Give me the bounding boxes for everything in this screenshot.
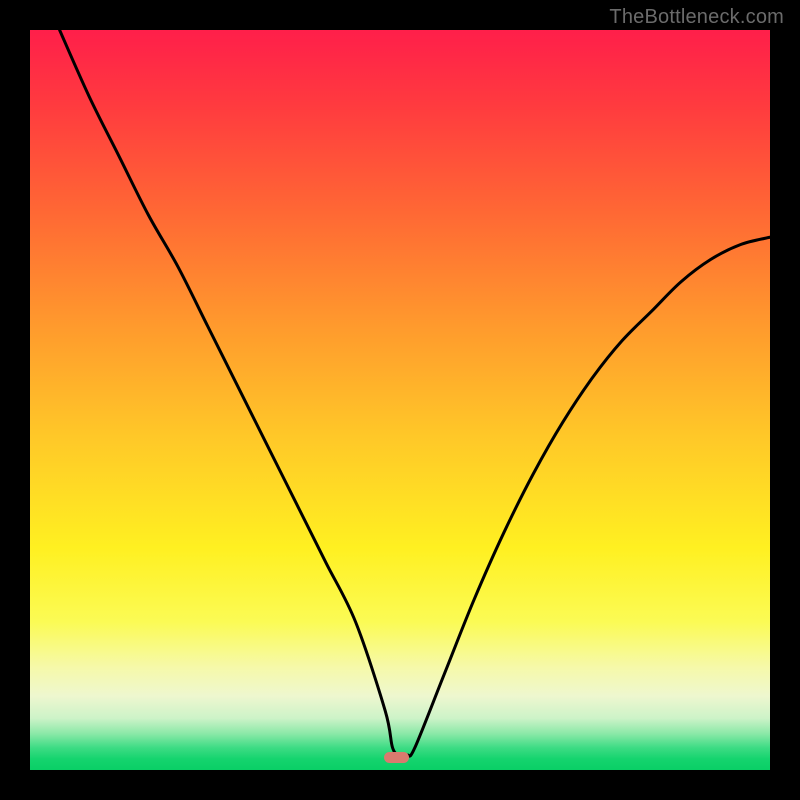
chart-frame: TheBottleneck.com bbox=[0, 0, 800, 800]
optimal-point-marker bbox=[384, 752, 409, 764]
watermark-label: TheBottleneck.com bbox=[609, 6, 784, 29]
bottleneck-curve bbox=[30, 30, 770, 770]
plot-area bbox=[30, 30, 770, 770]
